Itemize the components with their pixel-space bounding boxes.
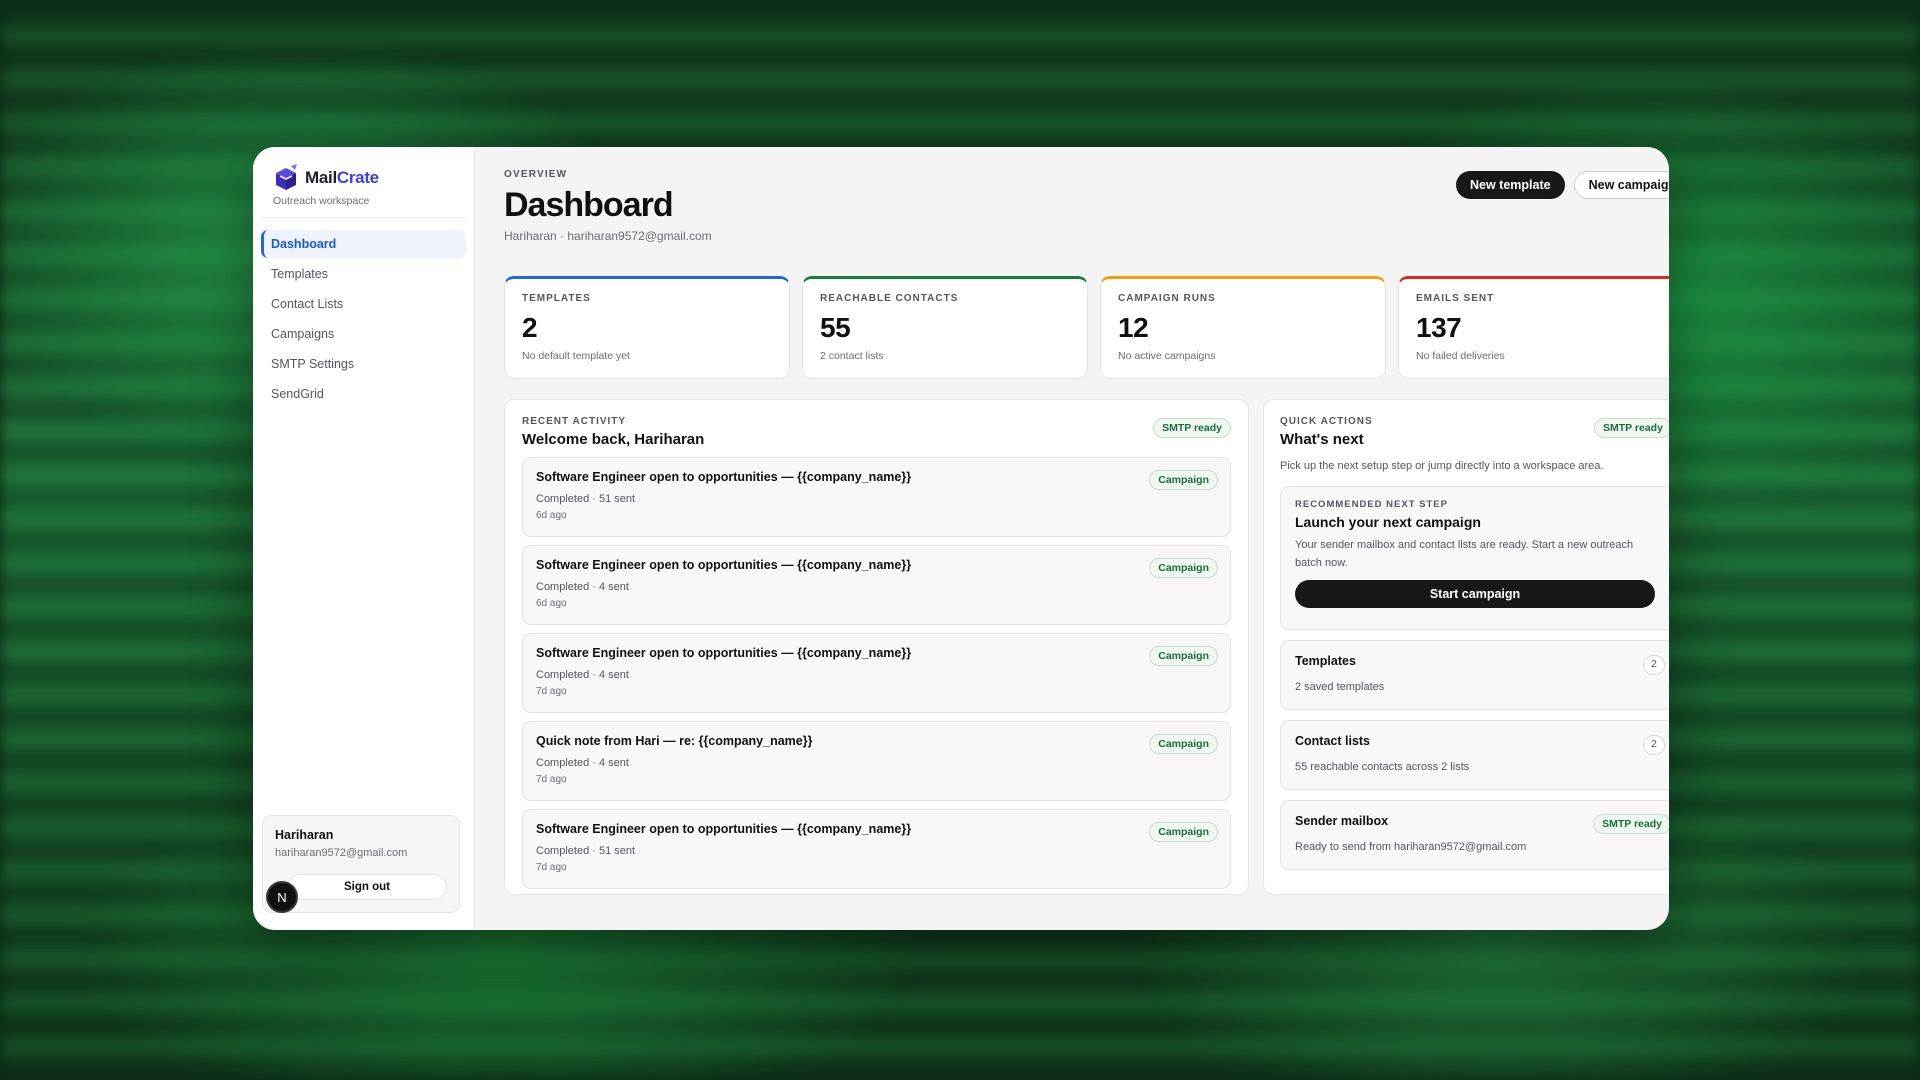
dev-badge[interactable]: N <box>266 881 298 913</box>
user-email: hariharan9572@gmail.com <box>275 847 408 859</box>
item-status: Completed · 4 sent <box>536 757 629 769</box>
campaign-badge: Campaign <box>1149 470 1218 490</box>
campaign-badge: Campaign <box>1149 822 1218 842</box>
item-status: Completed · 4 sent <box>536 669 629 681</box>
panel-description: Pick up the next setup step or jump dire… <box>1280 460 1604 472</box>
main-content: OVERVIEW Dashboard Hariharan · hariharan… <box>475 147 1669 930</box>
stat-value: 137 <box>1416 312 1462 343</box>
sidebar-nav: Dashboard Templates Contact Lists Campai… <box>253 218 474 422</box>
list-item[interactable]: Software Engineer open to opportunities … <box>522 809 1231 889</box>
sidebar-item-dashboard[interactable]: Dashboard <box>261 230 466 258</box>
count-badge: 2 <box>1643 655 1665 675</box>
stats-row: TEMPLATES 2 No default template yet REAC… <box>504 276 1669 379</box>
recommended-description: Your sender mailbox and contact lists ar… <box>1295 539 1634 569</box>
item-time: 7d ago <box>536 686 567 697</box>
item-status: Completed · 4 sent <box>536 581 629 593</box>
quick-item-description: Ready to send from hariharan9572@gmail.c… <box>1295 841 1527 853</box>
campaign-badge: Campaign <box>1149 646 1218 666</box>
stat-card-campaign-runs: CAMPAIGN RUNS 12 No active campaigns <box>1100 276 1386 379</box>
item-status: Completed · 51 sent <box>536 845 636 857</box>
panel-overline: RECENT ACTIVITY <box>522 416 627 427</box>
stat-label: EMAILS SENT <box>1416 293 1495 304</box>
stat-label: TEMPLATES <box>522 293 591 304</box>
quick-item-templates[interactable]: Templates 2 saved templates 2 <box>1280 640 1669 710</box>
brand-name: MailCrate <box>305 168 379 187</box>
user-card: Hariharan hariharan9572@gmail.com Sign o… <box>262 815 460 913</box>
start-campaign-button[interactable]: Start campaign <box>1295 580 1655 608</box>
item-title: Software Engineer open to opportunities … <box>536 822 912 836</box>
list-item[interactable]: Software Engineer open to opportunities … <box>522 633 1231 713</box>
list-item[interactable]: Quick note from Hari — re: {{company_nam… <box>522 721 1231 801</box>
quick-item-title: Contact lists <box>1295 734 1371 748</box>
stat-value: 2 <box>522 312 538 343</box>
campaign-badge: Campaign <box>1149 558 1218 578</box>
panel-title: Welcome back, Hariharan <box>522 431 705 448</box>
stat-label: CAMPAIGN RUNS <box>1118 293 1216 304</box>
smtp-status-badge: SMTP ready <box>1153 418 1231 438</box>
stat-label: REACHABLE CONTACTS <box>820 293 959 304</box>
item-time: 7d ago <box>536 774 567 785</box>
user-name: Hariharan <box>275 828 334 842</box>
smtp-status-badge: SMTP ready <box>1593 814 1669 834</box>
stat-card-reachable-contacts: REACHABLE CONTACTS 55 2 contact lists <box>802 276 1088 379</box>
item-title: Software Engineer open to opportunities … <box>536 470 912 484</box>
stat-note: No failed deliveries <box>1416 350 1505 362</box>
item-title: Software Engineer open to opportunities … <box>536 558 912 572</box>
sidebar-item-smtp-settings[interactable]: SMTP Settings <box>261 350 466 378</box>
stat-note: No active campaigns <box>1118 350 1216 362</box>
item-time: 6d ago <box>536 598 567 609</box>
item-time: 6d ago <box>536 510 567 521</box>
campaign-badge: Campaign <box>1149 734 1218 754</box>
sidebar-item-campaigns[interactable]: Campaigns <box>261 320 466 348</box>
sidebar-item-sendgrid[interactable]: SendGrid <box>261 380 466 408</box>
quick-item-contact-lists[interactable]: Contact lists 55 reachable contacts acro… <box>1280 720 1669 790</box>
stat-value: 12 <box>1118 312 1149 343</box>
app-window: MailCrate Outreach workspace Dashboard T… <box>253 147 1669 930</box>
item-title: Quick note from Hari — re: {{company_nam… <box>536 734 813 748</box>
new-template-button[interactable]: New template <box>1456 171 1565 199</box>
item-status: Completed · 51 sent <box>536 493 636 505</box>
page-subtitle: Hariharan · hariharan9572@gmail.com <box>504 229 712 243</box>
recent-activity-panel: RECENT ACTIVITY Welcome back, Hariharan … <box>504 399 1249 895</box>
stat-card-templates: TEMPLATES 2 No default template yet <box>504 276 790 379</box>
mailcrate-logo-icon <box>276 164 297 190</box>
quick-item-description: 55 reachable contacts across 2 lists <box>1295 761 1470 773</box>
recommended-overline: RECOMMENDED NEXT STEP <box>1295 499 1448 510</box>
quick-item-sender-mailbox[interactable]: Sender mailbox Ready to send from hariha… <box>1280 800 1669 870</box>
sign-out-button[interactable]: Sign out <box>287 874 447 900</box>
stat-note: 2 contact lists <box>820 350 884 362</box>
quick-item-title: Templates <box>1295 654 1356 668</box>
recommended-title: Launch your next campaign <box>1295 514 1481 530</box>
brand-subtitle: Outreach workspace <box>273 195 370 207</box>
brand: MailCrate Outreach workspace <box>261 147 466 218</box>
count-badge: 2 <box>1643 735 1665 755</box>
sidebar-item-contact-lists[interactable]: Contact Lists <box>261 290 466 318</box>
new-campaign-button[interactable]: New campaign <box>1573 171 1669 199</box>
stat-value: 55 <box>820 312 851 343</box>
stat-note: No default template yet <box>522 350 630 362</box>
quick-actions-panel: QUICK ACTIONS What's next SMTP ready Pic… <box>1263 399 1669 895</box>
activity-list: Software Engineer open to opportunities … <box>522 457 1231 889</box>
sidebar-item-templates[interactable]: Templates <box>261 260 466 288</box>
item-time: 7d ago <box>536 862 567 873</box>
sidebar: MailCrate Outreach workspace Dashboard T… <box>253 147 475 930</box>
quick-item-description: 2 saved templates <box>1295 681 1385 693</box>
list-item[interactable]: Software Engineer open to opportunities … <box>522 545 1231 625</box>
smtp-status-badge: SMTP ready <box>1594 418 1669 438</box>
top-actions: New template New campaign <box>1456 171 1669 199</box>
item-title: Software Engineer open to opportunities … <box>536 646 912 660</box>
list-item[interactable]: Software Engineer open to opportunities … <box>522 457 1231 537</box>
stat-card-emails-sent: EMAILS SENT 137 No failed deliveries <box>1398 276 1669 379</box>
recommended-step-card: RECOMMENDED NEXT STEP Launch your next c… <box>1280 486 1669 630</box>
